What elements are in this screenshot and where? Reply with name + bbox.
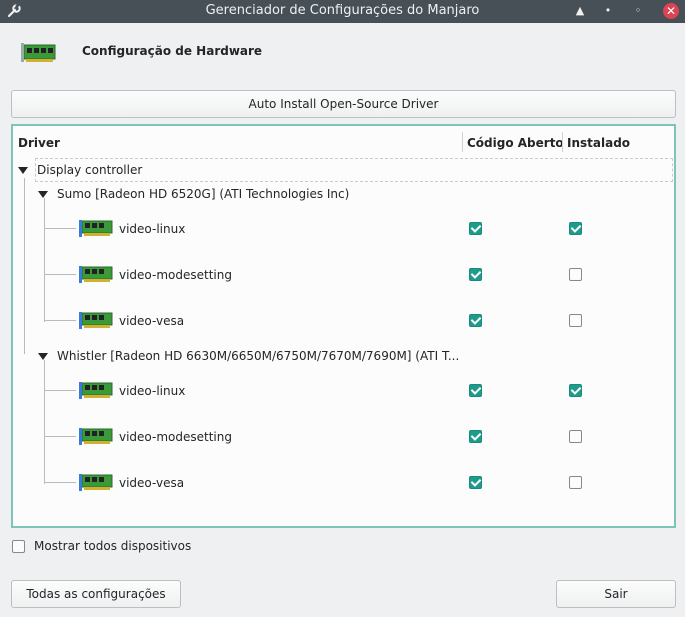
hardware-card-icon	[79, 428, 113, 445]
close-icon[interactable]: ✕	[663, 3, 679, 19]
exit-button[interactable]: Sair	[556, 580, 676, 608]
column-header-open-source[interactable]: Código Aberto	[467, 136, 564, 150]
installed-checkbox[interactable]	[569, 476, 582, 489]
hardware-card-icon	[79, 474, 113, 491]
hardware-card-icon	[79, 220, 113, 237]
driver-name[interactable]: video-linux	[119, 222, 185, 236]
tree-line	[44, 198, 45, 322]
tree-line	[44, 436, 76, 437]
title-bar: Gerenciador de Configurações do Manjaro …	[0, 0, 685, 23]
hardware-card-icon	[79, 382, 113, 399]
expand-arrow-icon[interactable]	[38, 353, 48, 360]
tree-line	[44, 482, 76, 483]
column-header-installed[interactable]: Instalado	[567, 136, 630, 150]
show-all-devices-label[interactable]: Mostrar todos dispositivos	[34, 539, 191, 553]
open-source-checkbox	[469, 476, 482, 489]
open-source-checkbox	[469, 384, 482, 397]
column-separator	[462, 132, 463, 152]
tree-line	[24, 178, 25, 354]
driver-name[interactable]: video-vesa	[119, 476, 184, 490]
device-row[interactable]: Sumo [Radeon HD 6520G] (ATI Technologies…	[57, 187, 349, 201]
driver-name[interactable]: video-modesetting	[119, 268, 232, 282]
tree-line	[44, 274, 76, 275]
hardware-card-icon	[79, 312, 113, 329]
driver-name[interactable]: video-modesetting	[119, 430, 232, 444]
driver-name[interactable]: video-vesa	[119, 314, 184, 328]
open-source-checkbox	[469, 268, 482, 281]
open-source-checkbox	[469, 222, 482, 235]
column-header-driver[interactable]: Driver	[18, 136, 60, 150]
open-source-checkbox	[469, 430, 482, 443]
page-title: Configuração de Hardware	[82, 44, 263, 58]
minimize-icon[interactable]: •	[600, 3, 616, 19]
restore-icon[interactable]: ◦	[630, 3, 646, 19]
all-settings-button[interactable]: Todas as configurações	[11, 580, 181, 608]
device-row[interactable]: Whistler [Radeon HD 6630M/6650M/6750M/76…	[57, 349, 459, 363]
open-source-checkbox	[469, 314, 482, 327]
driver-name[interactable]: video-linux	[119, 384, 185, 398]
tree-line	[44, 390, 76, 391]
installed-checkbox[interactable]	[569, 268, 582, 281]
installed-checkbox[interactable]	[569, 222, 582, 235]
auto-install-button[interactable]: Auto Install Open-Source Driver	[11, 90, 676, 118]
hardware-card-icon	[79, 266, 113, 283]
installed-checkbox[interactable]	[569, 384, 582, 397]
installed-checkbox[interactable]	[569, 314, 582, 327]
hardware-card-icon	[21, 43, 56, 62]
installed-checkbox[interactable]	[569, 430, 582, 443]
show-all-devices-checkbox[interactable]	[12, 540, 25, 553]
expand-arrow-icon[interactable]	[18, 167, 28, 174]
shade-up-icon[interactable]: ▲	[572, 3, 588, 19]
tree-line	[44, 228, 76, 229]
tree-line	[44, 360, 45, 484]
column-separator	[562, 132, 563, 152]
category-display-controller[interactable]: Display controller	[37, 163, 142, 177]
driver-tree[interactable]: Driver Código Aberto Instalado Display c…	[11, 124, 676, 528]
expand-arrow-icon[interactable]	[38, 191, 48, 198]
tree-line	[44, 320, 76, 321]
